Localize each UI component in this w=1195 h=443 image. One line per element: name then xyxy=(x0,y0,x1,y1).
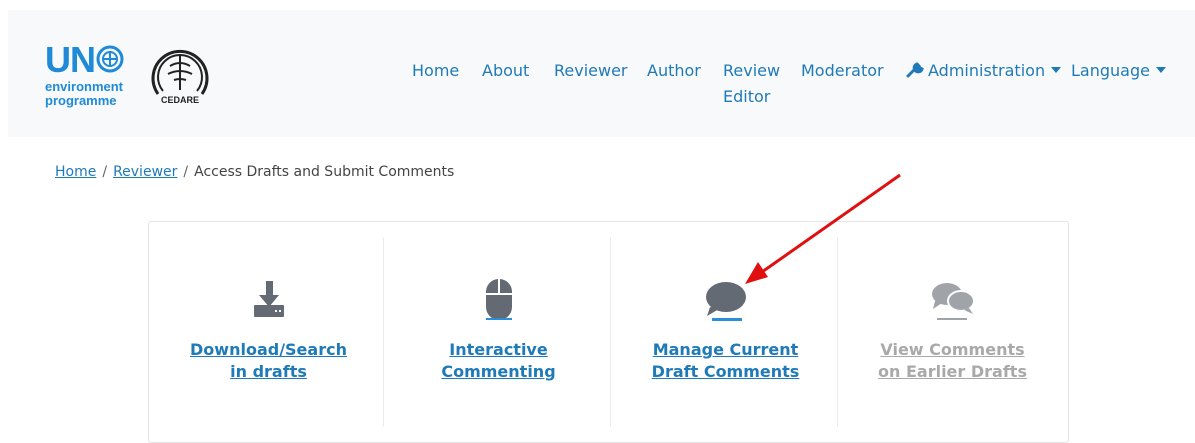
comment-icon xyxy=(611,277,840,325)
chevron-down-icon xyxy=(1051,67,1062,73)
tile-download-search[interactable]: Download/Search in drafts xyxy=(154,222,383,442)
nav-review-editor-line2: Editor xyxy=(723,87,771,106)
tile-label-line2: in drafts xyxy=(230,362,307,381)
comments-icon xyxy=(838,277,1067,325)
tile-label-line2: on Earlier Drafts xyxy=(878,362,1027,381)
tile-label-line1: Interactive xyxy=(449,340,548,359)
tile-label-line2: Draft Comments xyxy=(651,362,800,381)
tile-label-line1: Download/Search xyxy=(190,340,347,359)
breadcrumb-reviewer-link[interactable]: Reviewer xyxy=(113,164,177,180)
breadcrumb-separator: / xyxy=(102,164,108,180)
breadcrumb: Home / Reviewer / Access Drafts and Submit C… xyxy=(55,162,454,182)
breadcrumb-home-link[interactable]: Home xyxy=(55,164,96,180)
breadcrumb-separator: / xyxy=(183,164,189,180)
download-icon xyxy=(154,277,383,325)
nav-review-editor-line1: Review xyxy=(723,61,781,80)
nav-review-editor[interactable]: Review Editor xyxy=(723,59,780,109)
un-logo-line1: environment xyxy=(45,79,124,94)
top-navbar: UN environment programme CEDARE Home Abo… xyxy=(8,10,1195,137)
tile-view-earlier-comments-link[interactable]: View Comments on Earlier Drafts xyxy=(838,339,1067,383)
nav-reviewer[interactable]: Reviewer xyxy=(554,59,628,83)
actions-card: Download/Search in drafts Interactive Co… xyxy=(148,221,1069,443)
tile-download-search-link[interactable]: Download/Search in drafts xyxy=(154,339,383,383)
wrench-icon xyxy=(906,62,924,78)
tile-label-line2: Commenting xyxy=(441,362,556,381)
nav-language-label: Language xyxy=(1071,61,1150,80)
tile-label-line1: View Comments xyxy=(880,340,1025,359)
tile-manage-current-draft-comments-link[interactable]: Manage Current Draft Comments xyxy=(611,339,840,383)
cedare-logo-text: CEDARE xyxy=(161,95,199,105)
un-logo-line2: programme xyxy=(45,93,117,108)
un-letters: UN xyxy=(45,39,96,80)
un-environment-logo[interactable]: UN environment programme xyxy=(45,39,145,114)
tile-interactive-commenting-link[interactable]: Interactive Commenting xyxy=(384,339,613,383)
nav-administration-label: Administration xyxy=(928,61,1046,80)
nav-moderator[interactable]: Moderator xyxy=(801,59,884,83)
tile-manage-current-draft-comments[interactable]: Manage Current Draft Comments xyxy=(611,222,840,442)
chevron-down-icon xyxy=(1155,67,1166,73)
nav-about[interactable]: About xyxy=(482,59,529,83)
nav-home[interactable]: Home xyxy=(412,59,459,83)
un-emblem-icon xyxy=(96,45,124,73)
nav-language-dropdown[interactable]: Language xyxy=(1071,59,1166,83)
tile-view-earlier-comments[interactable]: View Comments on Earlier Drafts xyxy=(838,222,1067,442)
nav-author[interactable]: Author xyxy=(647,59,701,83)
tile-interactive-commenting[interactable]: Interactive Commenting xyxy=(384,222,613,442)
mouse-icon xyxy=(384,277,613,325)
nav-administration-dropdown[interactable]: Administration xyxy=(906,59,1062,83)
tile-label-line1: Manage Current xyxy=(652,340,799,359)
breadcrumb-current: Access Drafts and Submit Comments xyxy=(194,164,455,180)
cedare-logo[interactable]: CEDARE xyxy=(146,40,214,108)
